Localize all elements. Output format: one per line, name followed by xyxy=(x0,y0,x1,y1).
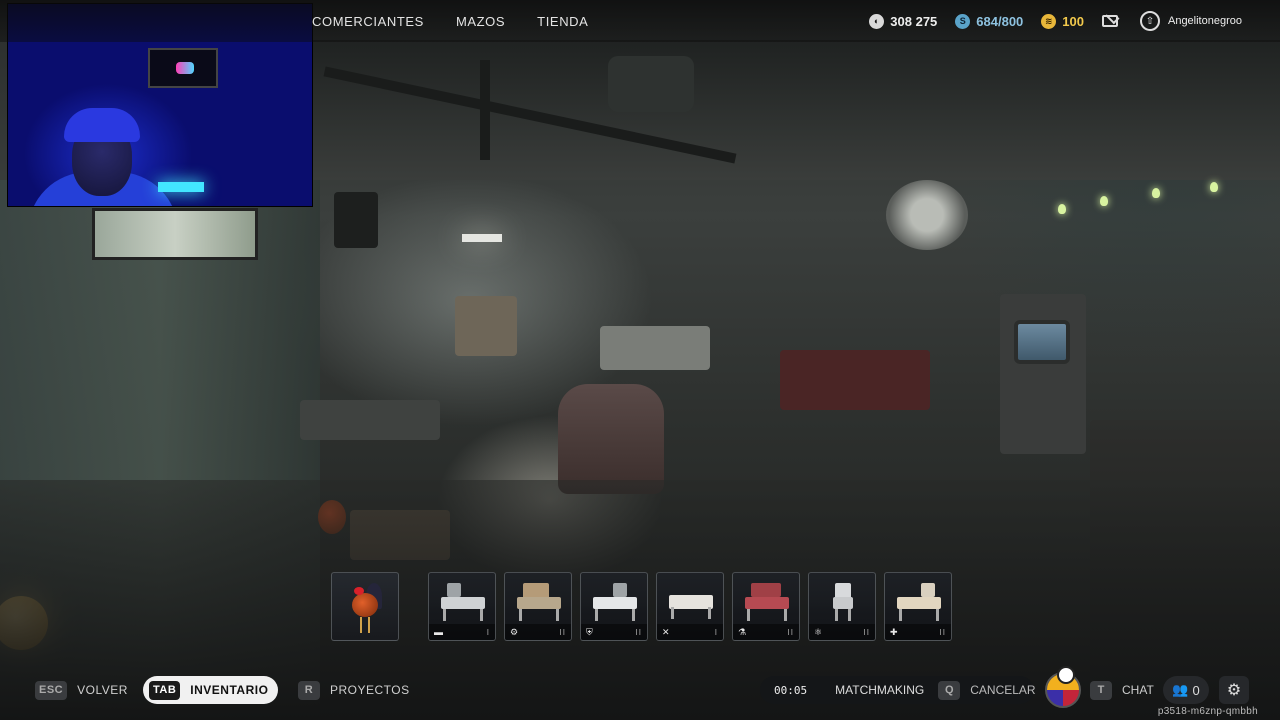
player-avatar[interactable] xyxy=(1045,666,1081,708)
workbench-icon xyxy=(591,581,639,621)
surgical-lamp xyxy=(886,180,968,250)
stash-value: 684/800 xyxy=(976,13,1024,29)
hotbar-slot-rooster[interactable] xyxy=(331,572,399,641)
slot-type-icon: ⚛ xyxy=(814,626,823,637)
q-key-hint: Q xyxy=(938,680,961,700)
slot-type-icon: ⚙ xyxy=(510,626,519,637)
chat-label: CHAT xyxy=(1122,683,1154,697)
cancel-label: CANCELAR xyxy=(970,683,1036,697)
stash-currency: S 684/800 xyxy=(955,13,1024,29)
workbench-icon xyxy=(819,581,867,621)
workbench-icon xyxy=(743,581,791,621)
rank-icon: ⇧ xyxy=(1139,11,1160,31)
party-button[interactable]: 👥 0 xyxy=(1163,676,1209,704)
username: Angelitonegroo xyxy=(1167,15,1242,27)
wall-speaker xyxy=(334,192,378,248)
nav-tienda[interactable]: TIENDA xyxy=(537,14,588,29)
party-icon: 👥 xyxy=(1172,682,1189,697)
string-light xyxy=(1152,188,1160,198)
hotbar-slot-workbench-4[interactable]: ✕ I xyxy=(656,572,724,641)
currency-bar: ◐ 308 275 S 684/800 ≋ 100 ⇧ Angelitonegr… xyxy=(869,0,1280,42)
hotbar-slot-workbench-5[interactable]: ⚗ II xyxy=(732,572,800,641)
slot-tier: I xyxy=(714,627,718,637)
back-counter xyxy=(600,326,710,370)
rigs-value: 308 275 xyxy=(890,13,938,29)
hotbar-slot-workbench-6[interactable]: ⚛ II xyxy=(808,572,876,641)
inventory-button[interactable]: TAB INVENTARIO xyxy=(143,676,279,704)
profile-button[interactable]: ⇧ Angelitonegroo xyxy=(1139,11,1242,31)
slot-tier: II xyxy=(559,627,566,637)
settings-button[interactable]: ⚙ xyxy=(1219,676,1249,704)
rigs-currency: ◐ 308 275 xyxy=(869,13,938,29)
session-code: p3518-m6znp-qmbbh xyxy=(1157,706,1258,717)
crt-monitor-screen xyxy=(1014,320,1070,364)
nav-mazos[interactable]: MAZOS xyxy=(456,14,505,29)
workbench-icon xyxy=(515,581,563,621)
gold-currency: ≋ 100 xyxy=(1041,13,1084,29)
gold-coin-icon: ≋ xyxy=(1041,13,1057,29)
workbench-icon xyxy=(439,581,487,621)
slot-tier: II xyxy=(787,627,794,637)
chat-button[interactable]: T CHAT xyxy=(1090,676,1154,704)
slot-tier: II xyxy=(863,627,870,637)
workbench-icon xyxy=(895,581,943,621)
slot-tier: II xyxy=(635,627,642,637)
rig-coin-icon: ◐ xyxy=(869,13,885,29)
matchmaking-status: 00:05 MATCHMAKING Q CANCELAR xyxy=(760,676,1036,704)
party-count: 0 xyxy=(1192,682,1200,698)
slot-type-icon: ⚗ xyxy=(738,626,747,637)
slot-tier: II xyxy=(939,627,946,637)
matchmaking-label: MATCHMAKING xyxy=(835,683,925,697)
string-light xyxy=(1100,196,1108,206)
streamer-cap xyxy=(64,108,140,142)
s-coin-icon: S xyxy=(955,13,971,29)
red-desk xyxy=(780,350,930,410)
hotbar-slot-workbench-2[interactable]: ⚙ II xyxy=(504,572,572,641)
rooster-icon xyxy=(348,579,384,635)
slot-type-icon: ✕ xyxy=(662,626,670,637)
hotbar-slot-workbench-1[interactable]: ▬ I xyxy=(428,572,496,641)
inventory-label: INVENTARIO xyxy=(190,683,269,697)
led-glow xyxy=(158,182,204,192)
r-key-hint: R xyxy=(298,680,320,700)
left-table xyxy=(300,400,440,440)
slot-type-icon: ▬ xyxy=(434,627,443,637)
background-monitor xyxy=(148,48,218,88)
back-button[interactable]: ESC VOLVER xyxy=(35,676,128,704)
ceiling-fan xyxy=(608,56,694,112)
ceiling-pipe xyxy=(480,60,490,160)
nav-comerciantes[interactable]: COMERCIANTES xyxy=(312,14,424,29)
projects-label: PROYECTOS xyxy=(330,683,410,697)
left-window xyxy=(92,208,258,260)
hotbar-slot-workbench-7[interactable]: ✚ II xyxy=(884,572,952,641)
workbench-icon xyxy=(667,581,715,621)
armchair xyxy=(558,384,664,494)
hotbar-slot-workbench-3[interactable]: ⛨ II xyxy=(580,572,648,641)
top-bar: COMERCIANTES MAZOS TIENDA ◐ 308 275 S 68… xyxy=(0,0,1280,42)
gold-value: 100 xyxy=(1062,13,1084,29)
esc-key-hint: ESC xyxy=(35,680,68,700)
string-light xyxy=(1210,182,1218,192)
slot-tier: I xyxy=(486,627,490,637)
t-key-hint: T xyxy=(1090,680,1112,700)
bottom-bar: ESC VOLVER TAB INVENTARIO R PROYECTOS 00… xyxy=(0,666,1280,708)
main-nav: COMERCIANTES MAZOS TIENDA xyxy=(312,0,588,42)
item-hotbar: ▬ I ⚙ II ⛨ II ✕ I ⚗ II ⚛ II ✚ II xyxy=(0,572,1280,642)
back-shelf xyxy=(455,296,517,356)
projects-button[interactable]: R PROYECTOS xyxy=(298,676,410,704)
tab-key-hint: TAB xyxy=(149,680,181,700)
gear-icon: ⚙ xyxy=(1226,682,1242,699)
back-label: VOLVER xyxy=(77,683,128,697)
cancel-matchmaking-button[interactable]: Q CANCELAR xyxy=(938,680,1036,700)
arcade-cabinet xyxy=(1000,294,1086,454)
mail-icon[interactable] xyxy=(1101,15,1118,27)
string-light xyxy=(1058,204,1066,214)
ceiling-light xyxy=(462,234,502,242)
matchmaking-timer: 00:05 xyxy=(774,683,808,697)
slot-type-icon: ✚ xyxy=(890,626,898,637)
slot-type-icon: ⛨ xyxy=(586,626,593,637)
ceiling xyxy=(310,40,1280,180)
